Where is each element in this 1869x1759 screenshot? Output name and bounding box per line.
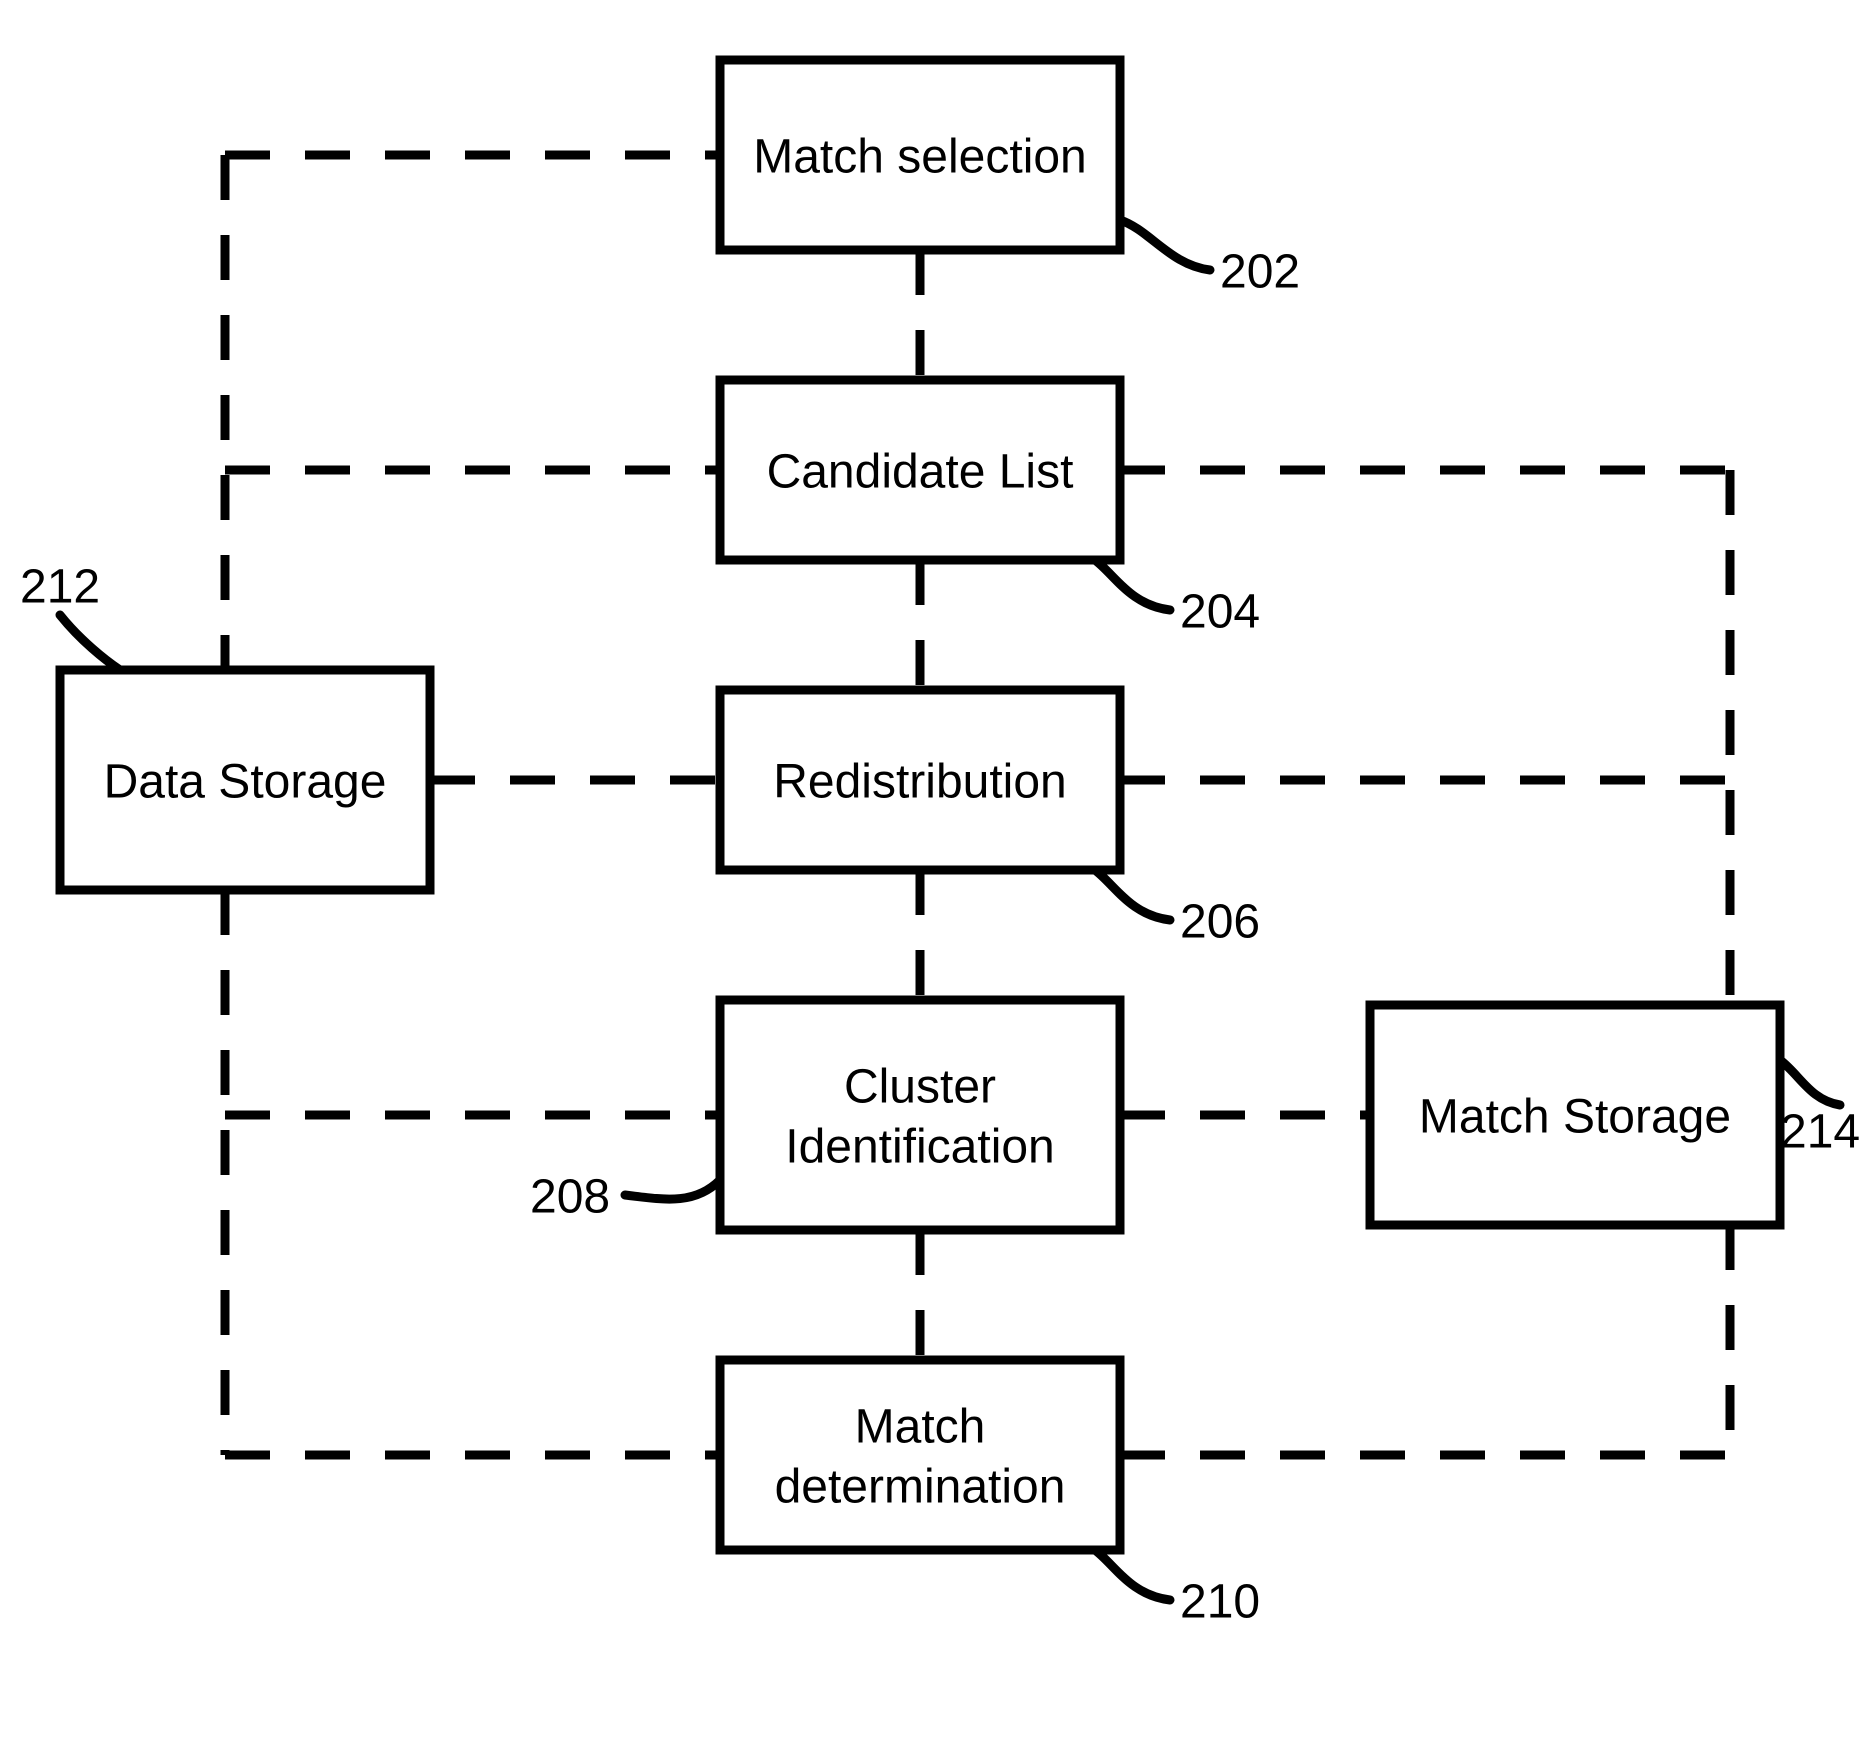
box-cluster-identification-label-1: Cluster: [844, 1061, 996, 1114]
box-match-determination-label-2: determination: [775, 1461, 1066, 1514]
ref-210: 210: [1180, 1576, 1260, 1629]
box-redistribution-label: Redistribution: [773, 756, 1066, 809]
box-match-selection-label: Match selection: [753, 131, 1087, 184]
ref-204: 204: [1180, 586, 1260, 639]
leader-206: [1095, 870, 1170, 920]
leader-208: [625, 1180, 720, 1199]
box-candidate-list-label: Candidate List: [767, 446, 1074, 499]
box-match-storage-label: Match Storage: [1419, 1091, 1731, 1144]
box-match-determination: Match determination: [720, 1360, 1120, 1550]
box-match-determination-label-1: Match: [855, 1401, 986, 1454]
ref-208: 208: [530, 1171, 610, 1224]
box-redistribution: Redistribution: [720, 690, 1120, 870]
box-match-selection: Match selection: [720, 60, 1120, 250]
ref-212: 212: [20, 561, 100, 614]
box-candidate-list: Candidate List: [720, 380, 1120, 560]
ref-206: 206: [1180, 896, 1260, 949]
leader-202: [1120, 220, 1210, 270]
leader-212: [60, 615, 120, 670]
leader-210: [1095, 1550, 1170, 1600]
ref-214: 214: [1780, 1106, 1860, 1159]
box-data-storage: Data Storage: [60, 670, 430, 890]
box-match-storage: Match Storage: [1370, 1005, 1780, 1225]
box-cluster-identification-label-2: Identification: [785, 1121, 1055, 1174]
ref-202: 202: [1220, 246, 1300, 299]
leader-214: [1780, 1060, 1840, 1105]
block-diagram: Data Storage Match selection Candidate L…: [0, 0, 1869, 1759]
box-cluster-identification: Cluster Identification: [720, 1000, 1120, 1230]
leader-204: [1095, 560, 1170, 610]
box-data-storage-label: Data Storage: [104, 756, 387, 809]
